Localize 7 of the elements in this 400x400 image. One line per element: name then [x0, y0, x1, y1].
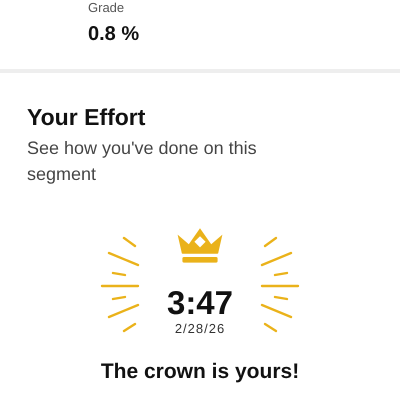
stat-value: 0.8 %: [88, 22, 140, 46]
effort-time: 3:47: [166, 285, 234, 321]
section-subtitle: See how you've done on this segment: [27, 137, 258, 186]
crown-message: The crown is yours!: [100, 359, 300, 385]
stat-label: Grade: [88, 0, 126, 16]
section-title: Your Effort: [27, 103, 146, 131]
effort-date: 2/28/26: [174, 321, 226, 337]
